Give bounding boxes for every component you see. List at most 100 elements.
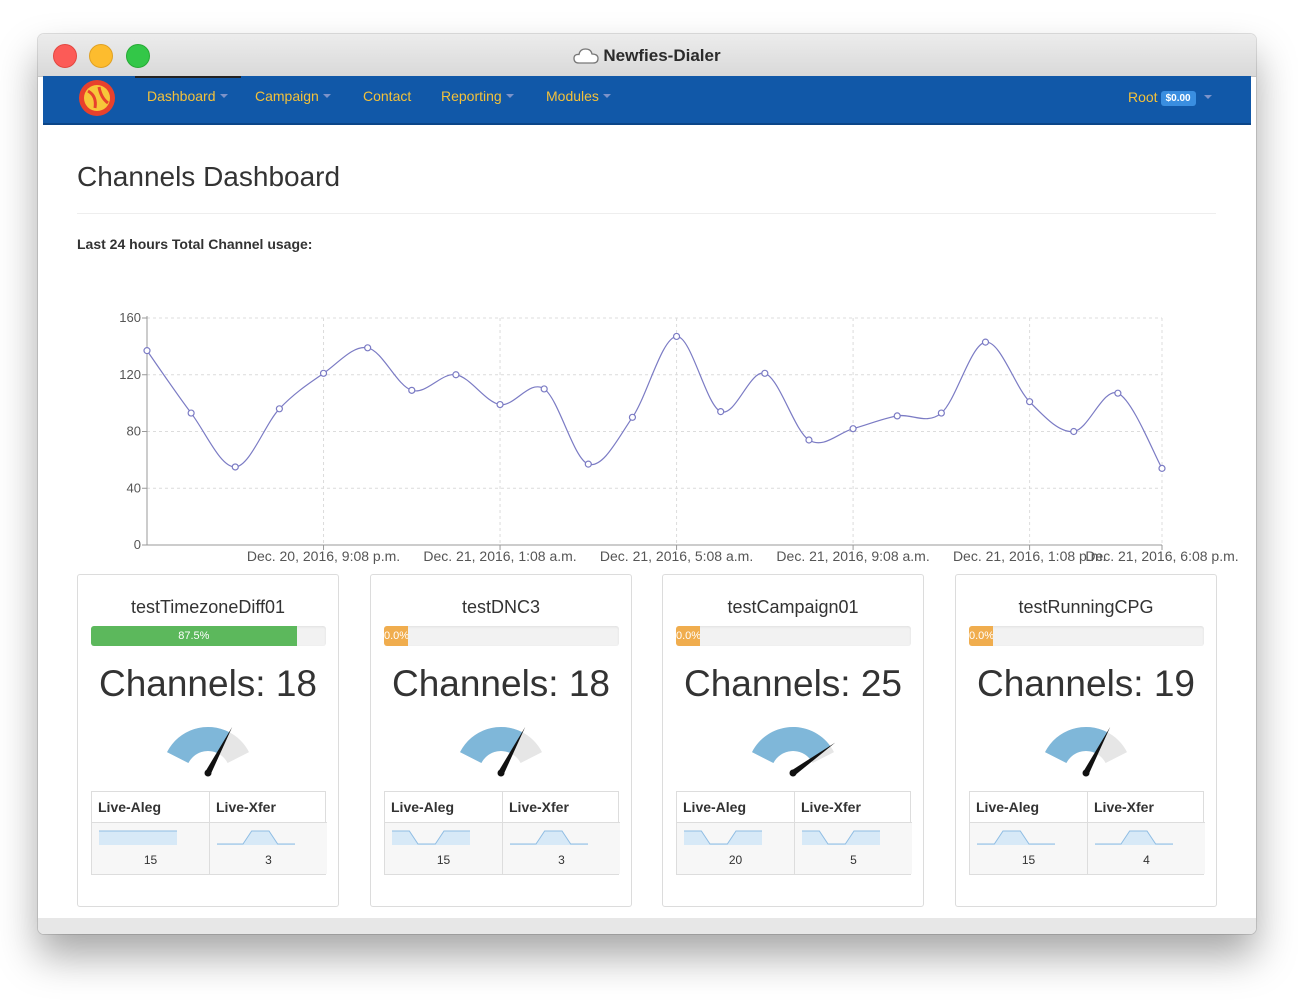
data-point [1070,427,1078,436]
live-aleg-value: 15 [143,853,158,867]
cloud-icon [573,48,600,64]
sparkline-area [392,831,470,845]
sparkline-area [510,831,588,845]
nav-campaign[interactable]: Campaign [255,88,331,104]
sparkline-area [802,831,880,845]
data-point [319,369,328,377]
window-title: Newfies-Dialer [38,46,1256,66]
live-aleg-sparkline [977,830,1055,845]
nav-dashboard-label: Dashboard [147,88,216,104]
channels-gauge [752,727,836,777]
navbar: Dashboard Campaign Contact Reporting Mod… [43,76,1251,125]
campaign-card: testTimezoneDiff01 87.5% Channels: 18 Live-… [77,574,339,907]
data-point [761,369,769,377]
campaign-name: testRunningCPG [1018,597,1154,617]
live-aleg-header: Live-Aleg [92,792,209,823]
data-point [1026,398,1034,406]
campaign-progress-bar: 0.0% [384,626,408,646]
user-menu[interactable]: Root $0.00 [1128,89,1212,106]
data-point [672,332,681,341]
data-point [143,347,151,355]
data-point [628,413,637,421]
nav-reporting[interactable]: Reporting [441,88,514,104]
campaign-channels: Channels: 18 [98,663,318,704]
live-stats-table: Live-Aleg Live-Xfer 15 4 [969,791,1205,875]
y-tick-label: 120 [119,367,141,382]
x-tick-label: Dec. 21, 2016, 9:08 a.m. [776,548,929,564]
caret-down-icon [322,94,331,98]
balance-badge: $0.00 [1160,91,1196,106]
caret-down-icon [1203,95,1212,99]
nav-contact-label: Contact [363,88,412,104]
campaign-card: testDNC3 0.0% Channels: 18 Live-Aleg Live-Xf… [370,574,632,907]
newfies-logo-icon[interactable] [77,78,117,118]
channels-gauge [460,726,542,777]
main-content: Channels Dashboard Last 24 hours Total C… [38,125,1256,915]
data-point [231,463,239,471]
live-xfer-value: 4 [1143,853,1150,867]
campaign-progress: 87.5% [91,626,326,646]
table-divider [794,792,795,874]
data-point [805,436,813,444]
data-point [452,371,460,379]
live-aleg-sparkline [392,830,470,845]
data-point [540,385,548,393]
x-tick-label: Dec. 21, 2016, 5:08 a.m. [600,548,753,564]
data-point [1114,389,1122,397]
nav-campaign-label: Campaign [255,88,319,104]
campaign-name: testCampaign01 [727,597,859,617]
data-point [275,405,283,413]
campaign-progress: 0.0% [676,626,911,646]
campaign-progress-bar: 87.5% [91,626,297,646]
live-aleg-header: Live-Aleg [677,792,794,823]
live-aleg-sparkline [99,830,177,845]
nav-modules-label: Modules [546,88,599,104]
channel-usage-chart: 0 40 80 120 160 Dec. 20, 2016, 9:08 p.m. Dec. … [119,310,1238,564]
caret-down-icon [505,94,514,98]
live-aleg-cell: 15 [970,823,1087,874]
data-point [584,460,592,468]
table-divider [502,792,503,874]
live-xfer-sparkline [217,830,295,845]
live-xfer-value: 3 [265,853,272,867]
x-tick-label: Dec. 21, 2016, 6:08 p.m. [1085,548,1238,564]
live-xfer-header: Live-Xfer [503,792,620,823]
live-xfer-sparkline [510,830,588,845]
data-point [1158,464,1166,472]
live-aleg-sparkline [684,830,762,845]
y-tick-label: 40 [127,480,141,495]
live-xfer-sparkline [1095,830,1173,845]
table-divider [209,792,210,874]
campaign-progress: 0.0% [969,626,1204,646]
sparkline-area [977,831,1055,845]
sparkline-area [217,831,295,845]
live-aleg-header: Live-Aleg [970,792,1087,823]
campaign-name: testDNC3 [461,597,541,617]
campaign-card: testCampaign01 0.0% Channels: 25 Live-Aleg L… [662,574,924,907]
app-window: Newfies-Dialer Dashboard Campaign Contac… [38,34,1256,934]
gauge-fill [167,727,230,764]
campaign-channels: Channels: 25 [683,663,903,704]
campaign-progress-bar: 0.0% [676,626,700,646]
live-xfer-header: Live-Xfer [1088,792,1205,823]
gauge-hub [789,769,797,777]
x-tick-label: Dec. 20, 2016, 9:08 p.m. [247,548,400,564]
gauge-fill [460,727,523,764]
y-tick-label: 160 [119,310,141,325]
data-point [981,338,990,346]
nav-contact[interactable]: Contact [363,88,411,104]
nav-dashboard[interactable]: Dashboard [147,88,228,104]
x-tick-label: Dec. 21, 2016, 1:08 a.m. [423,548,576,564]
campaign-card: testRunningCPG 0.0% Channels: 19 Live-Aleg L… [955,574,1217,907]
campaign-progress: 0.0% [384,626,619,646]
live-aleg-cell: 20 [677,823,794,874]
title-bar: Newfies-Dialer [38,34,1256,77]
nav-modules[interactable]: Modules [546,88,611,104]
live-aleg-header: Live-Aleg [385,792,502,823]
x-tick-label: Dec. 21, 2016, 1:08 p.m. [953,548,1106,564]
caret-down-icon [219,94,228,98]
bottom-strip [38,918,1256,934]
live-xfer-value: 5 [850,853,857,867]
live-aleg-value: 15 [436,853,451,867]
gauge-hub [1082,769,1090,777]
